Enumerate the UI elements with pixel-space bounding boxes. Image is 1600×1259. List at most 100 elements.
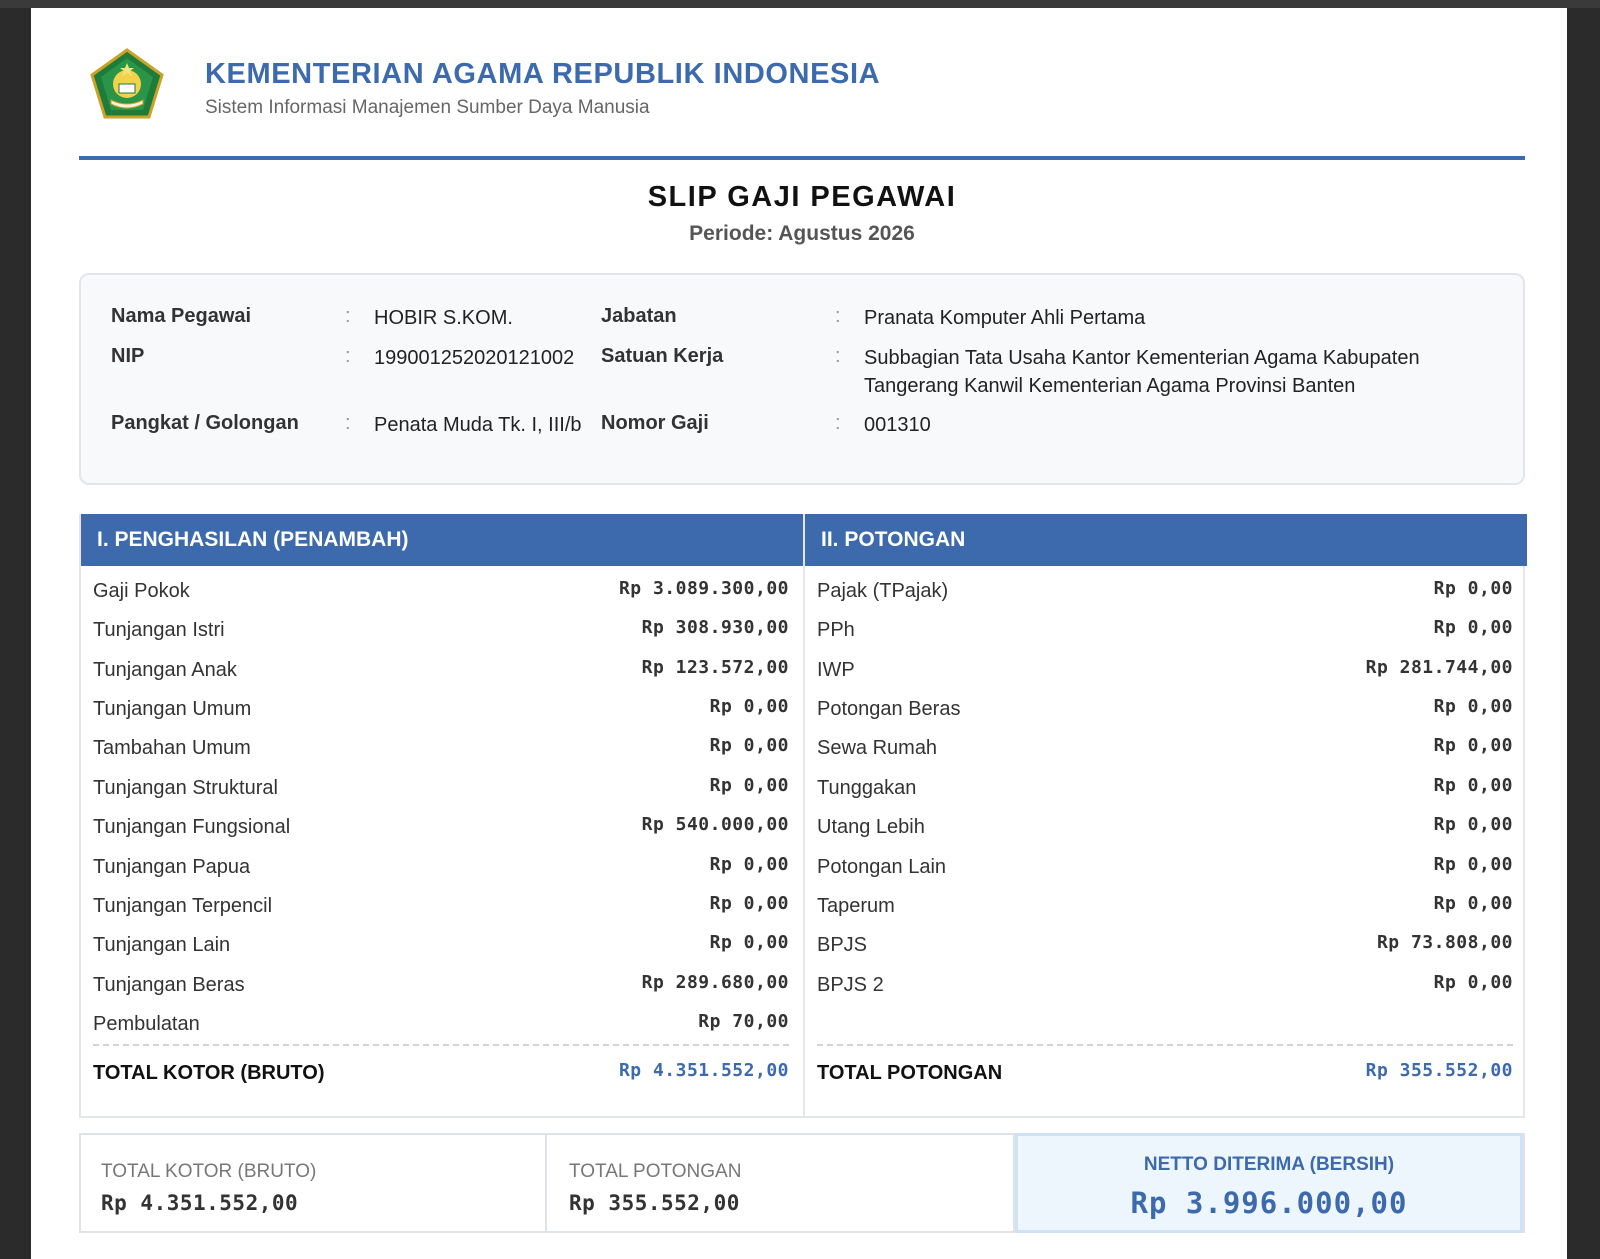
deduction-value: Rp 0,00 (1433, 617, 1513, 638)
salary-number-label: Nomor Gaji (601, 412, 709, 434)
deduction-value: Rp 0,00 (1433, 814, 1513, 835)
income-value: Rp 0,00 (709, 932, 789, 953)
income-row: Tunjangan Fungsional Rp 540.000,00 (93, 802, 789, 842)
deduction-label: Sewa Rumah (817, 737, 938, 759)
document-period: Periode: Agustus 2026 (689, 222, 915, 245)
deductions-column: Pajak (TPajak) Rp 0,00 PPh Rp 0,00 IWP Rp 2… (805, 566, 1525, 1116)
income-value: Rp 123.572,00 (641, 657, 789, 678)
deduction-total-row: TOTAL POTONGAN Rp 355.552,00 (817, 1054, 1513, 1090)
income-value: Rp 0,00 (709, 696, 789, 717)
employee-salary-number: 001310 (864, 414, 931, 436)
deduction-value: Rp 0,00 (1433, 578, 1513, 599)
deduction-row: Tunggakan Rp 0,00 (817, 763, 1513, 803)
income-label: Tunjangan Terpencil (93, 895, 273, 917)
income-row: Gaji Pokok Rp 3.089.300,00 (93, 566, 789, 606)
deduction-value: Rp 281.744,00 (1365, 657, 1513, 678)
summary-net-value: Rp 3.996.000,00 (1130, 1186, 1408, 1220)
income-label: Tunjangan Anak (93, 659, 237, 681)
income-row: Tunjangan Anak Rp 123.572,00 (93, 645, 789, 685)
summary-gross: TOTAL KOTOR (BRUTO) Rp 4.351.552,00 (81, 1135, 547, 1231)
summary-deduction-value: Rp 355.552,00 (569, 1191, 740, 1215)
income-value: Rp 0,00 (709, 735, 789, 756)
income-label: Tunjangan Beras (93, 974, 245, 996)
employee-unit: Subbagian Tata Usaha Kantor Kementerian … (864, 347, 1420, 397)
deductions-heading: II. POTONGAN (821, 528, 966, 551)
income-label: Pembulatan (93, 1013, 200, 1035)
income-row: Tambahan Umum Rp 0,00 (93, 723, 789, 763)
income-label: Tunjangan Istri (93, 619, 225, 641)
deduction-label: Utang Lebih (817, 816, 925, 838)
name-label: Nama Pegawai (111, 305, 252, 327)
income-value: Rp 0,00 (709, 775, 789, 796)
deduction-label: BPJS (817, 934, 868, 956)
document-header: KEMENTERIAN AGAMA REPUBLIK INDONESIA Sis… (79, 8, 1525, 160)
income-value: Rp 70,00 (698, 1011, 789, 1032)
dashed-divider (93, 1044, 789, 1046)
income-row: Tunjangan Beras Rp 289.680,00 (93, 960, 789, 1000)
deduction-total-value: Rp 355.552,00 (1365, 1060, 1513, 1081)
summary-net: NETTO DITERIMA (BERSIH) Rp 3.996.000,00 (1015, 1133, 1523, 1233)
deduction-row: Taperum Rp 0,00 (817, 881, 1513, 921)
income-label: Tunjangan Umum (93, 698, 252, 720)
summary-net-label: NETTO DITERIMA (BERSIH) (1143, 1154, 1395, 1175)
income-label: Tunjangan Struktural (93, 777, 278, 799)
income-value: Rp 0,00 (709, 893, 789, 914)
summary-deductions: TOTAL POTONGAN Rp 355.552,00 (549, 1135, 1015, 1231)
window-top-bar (0, 0, 1600, 8)
income-row: Tunjangan Umum Rp 0,00 (93, 684, 789, 724)
income-value: Rp 308.930,00 (641, 617, 789, 638)
employee-nip: 199001252020121002 (374, 347, 575, 369)
unit-label: Satuan Kerja (601, 345, 724, 367)
colon: : (835, 412, 841, 434)
document-title: SLIP GAJI PEGAWAI (647, 181, 957, 213)
income-heading: I. PENGHASILAN (PENAMBAH) (97, 528, 409, 551)
deduction-row: PPh Rp 0,00 (817, 605, 1513, 645)
deduction-row: Sewa Rumah Rp 0,00 (817, 723, 1513, 763)
summary-gross-label: TOTAL KOTOR (BRUTO) (101, 1161, 317, 1182)
deduction-label: Pajak (TPajak) (817, 580, 949, 602)
income-column: Gaji Pokok Rp 3.089.300,00 Tunjangan Istr… (81, 566, 801, 1116)
deduction-value: Rp 0,00 (1433, 893, 1513, 914)
deduction-row: Pajak (TPajak) Rp 0,00 (817, 566, 1513, 606)
colon: : (345, 345, 351, 367)
summary-bar: TOTAL KOTOR (BRUTO) Rp 4.351.552,00 TOTA… (79, 1133, 1525, 1233)
deduction-value: Rp 0,00 (1433, 854, 1513, 875)
deduction-label: Tunggakan (817, 777, 917, 799)
income-label: Tunjangan Lain (93, 934, 231, 956)
income-row: Tunjangan Papua Rp 0,00 (93, 842, 789, 882)
employee-name: HOBIR S.KOM. (374, 307, 513, 329)
deduction-row: BPJS 2 Rp 0,00 (817, 960, 1513, 1000)
organization-subtitle: Sistem Informasi Manajemen Sumber Daya M… (205, 97, 650, 118)
kementerian-agama-emblem-icon (90, 48, 164, 119)
employee-info-box: Nama Pegawai : HOBIR S.KOM. Jabatan : Pr… (79, 273, 1525, 485)
deduction-value: Rp 0,00 (1433, 775, 1513, 796)
deduction-label: Potongan Lain (817, 856, 947, 878)
deduction-row: IWP Rp 281.744,00 (817, 645, 1513, 685)
dashed-divider (817, 1044, 1513, 1046)
income-row: Tunjangan Lain Rp 0,00 (93, 920, 789, 960)
salary-slip-content: KEMENTERIAN AGAMA REPUBLIK INDONESIA Sis… (79, 8, 1527, 1233)
deduction-label: IWP (817, 659, 855, 681)
income-total-value: Rp 4.351.552,00 (618, 1060, 789, 1081)
position-label: Jabatan (601, 305, 677, 327)
income-total-row: TOTAL KOTOR (BRUTO) Rp 4.351.552,00 (93, 1054, 789, 1090)
deduction-value: Rp 0,00 (1433, 735, 1513, 756)
nip-label: NIP (111, 345, 145, 367)
salary-tables: I. PENGHASILAN (PENAMBAH) II. POTONGAN G… (79, 514, 1527, 1118)
deduction-label: BPJS 2 (817, 974, 884, 996)
income-row: Pembulatan Rp 70,00 (93, 999, 789, 1039)
income-label: Tunjangan Fungsional (93, 816, 291, 838)
colon: : (345, 305, 351, 327)
income-value: Rp 3.089.300,00 (618, 578, 789, 599)
deduction-row: Utang Lebih Rp 0,00 (817, 802, 1513, 842)
deduction-row: Potongan Beras Rp 0,00 (817, 684, 1513, 724)
rank-label: Pangkat / Golongan (111, 412, 299, 434)
income-row: Tunjangan Terpencil Rp 0,00 (93, 881, 789, 921)
income-row: Tunjangan Istri Rp 308.930,00 (93, 605, 789, 645)
deduction-row: Potongan Lain Rp 0,00 (817, 842, 1513, 882)
income-total-label: TOTAL KOTOR (BRUTO) (93, 1062, 325, 1084)
deduction-value: Rp 0,00 (1433, 972, 1513, 993)
colon: : (835, 305, 841, 327)
deduction-value: Rp 0,00 (1433, 696, 1513, 717)
organization-title: KEMENTERIAN AGAMA REPUBLIK INDONESIA (205, 58, 881, 90)
